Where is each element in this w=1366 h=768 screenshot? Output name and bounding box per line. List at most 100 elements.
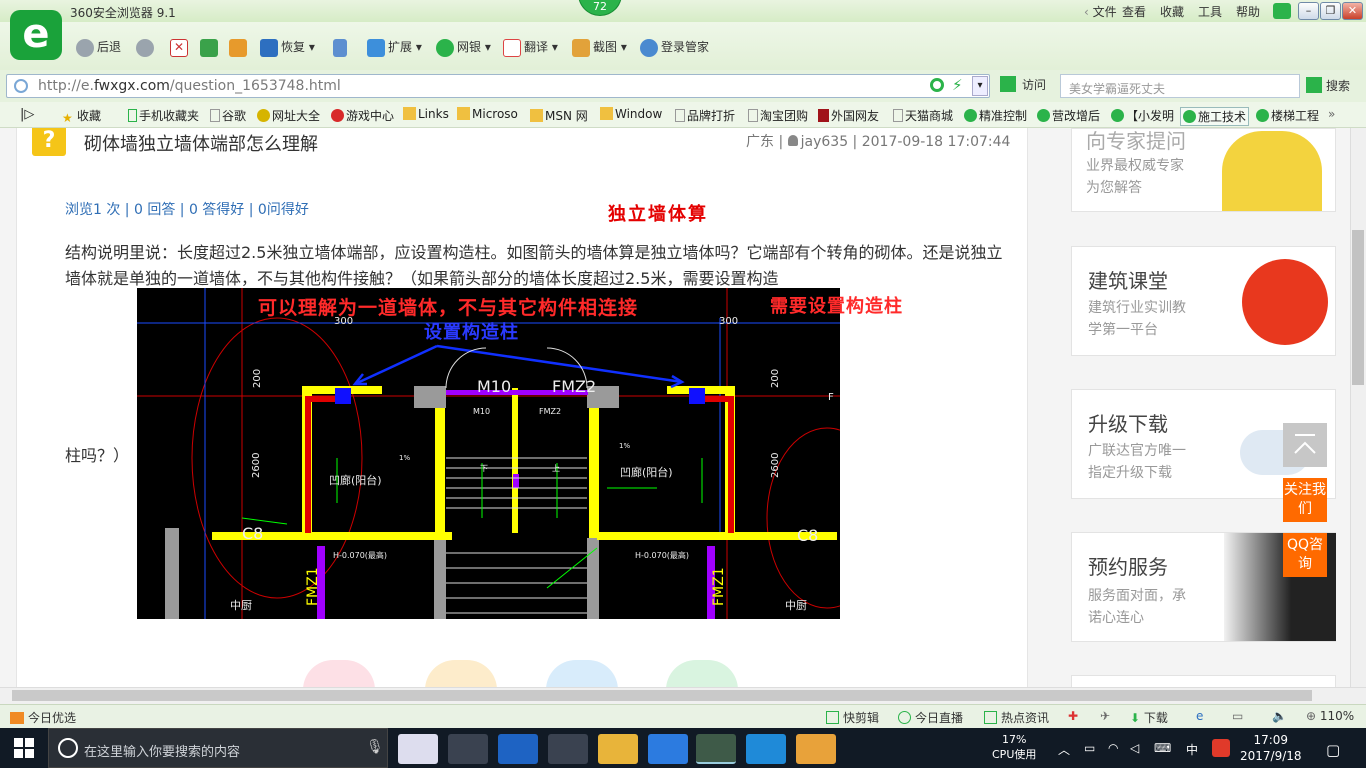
home-icon [229, 38, 247, 57]
forward-button[interactable] [136, 38, 157, 57]
health-icon[interactable]: ✚ [1068, 709, 1078, 723]
live-today-label: 今日直播 [915, 711, 964, 725]
menu-view[interactable]: 查看 [1122, 3, 1146, 20]
bookmark-item[interactable]: 【小发明 [1111, 107, 1174, 124]
refresh-button[interactable] [200, 38, 221, 57]
speed-icon[interactable]: ⚡ [952, 76, 963, 94]
system-clock[interactable]: 17:09 2017/9/18 [1240, 732, 1302, 764]
quick-clip-button[interactable]: 快剪辑 [826, 709, 879, 726]
download-button[interactable]: ⬇ 下载 [1130, 709, 1168, 726]
login-manager-label: 登录管家 [661, 40, 710, 54]
bookmark-item[interactable]: MSN 网 [530, 107, 588, 124]
search-input[interactable]: 美女学霸逼死丈夫 [1060, 74, 1300, 98]
extend-button[interactable]: 扩展 ▾ [367, 38, 422, 57]
close-button[interactable]: ✕ [1342, 2, 1363, 20]
menu-help[interactable]: 帮助 [1236, 3, 1260, 20]
stop-button[interactable]: ✕ [170, 38, 191, 57]
volume-icon[interactable]: 🔈 [1272, 709, 1287, 723]
screenshot-button[interactable]: 截图 ▾ [572, 38, 627, 57]
wifi-icon[interactable]: ◠ [1108, 741, 1118, 755]
sogou-icon[interactable] [1212, 739, 1230, 757]
back-to-top-button[interactable] [1283, 423, 1327, 467]
today-picks-button[interactable]: 今日优选 [10, 709, 76, 726]
bookmark-item[interactable]: 天猫商城 [893, 107, 953, 124]
scissors-icon [572, 38, 590, 57]
vertical-scroll-thumb[interactable] [1352, 230, 1364, 385]
restore-button[interactable]: ❐ [1320, 2, 1341, 20]
sidebar-toggle-icon[interactable]: |▷ [20, 107, 34, 122]
sidebar-card-more[interactable] [1071, 675, 1336, 687]
follow-us-button[interactable]: 关注我们 [1283, 478, 1327, 522]
tray-expand-icon[interactable]: ︿ [1058, 741, 1070, 758]
bank-button[interactable]: 网银 ▾ [436, 38, 491, 57]
skin-icon[interactable] [1273, 3, 1291, 19]
battery-icon[interactable]: ▭ [1084, 741, 1095, 755]
more-bookmarks-icon[interactable]: » [1328, 107, 1335, 121]
menu-file[interactable]: ‹ 文件 [1084, 3, 1117, 20]
bookmark-item[interactable]: 营改增后 [1037, 107, 1100, 124]
menu-favorites[interactable]: 收藏 [1160, 3, 1184, 20]
username-link[interactable]: jay635 [801, 134, 848, 150]
taskbar-app-browser-swirl[interactable] [448, 734, 488, 764]
bookmark-item[interactable]: 游戏中心 [331, 107, 394, 124]
bookmark-item[interactable]: 品牌打折 [675, 107, 735, 124]
taskbar-app-360-browser[interactable] [696, 734, 736, 764]
login-manager-button[interactable]: 登录管家 [640, 38, 710, 57]
bookmark-item[interactable]: 网址大全 [257, 107, 320, 124]
ime-indicator[interactable]: 中 [1186, 741, 1198, 758]
horizontal-scroll-thumb[interactable] [12, 690, 1312, 701]
minimize-button[interactable]: – [1298, 2, 1319, 20]
bookmark-item[interactable]: Window [600, 107, 662, 121]
start-button[interactable] [0, 728, 48, 768]
url-prefix: http://e. [38, 78, 94, 94]
bookmark-label: 营改增后 [1052, 109, 1101, 123]
live-today-button[interactable]: 今日直播 [898, 709, 963, 726]
taskbar-app-glodon[interactable] [648, 734, 688, 764]
taskbar-app-notes[interactable] [796, 734, 836, 764]
taskbar-app-store[interactable] [548, 734, 588, 764]
microphone-icon[interactable]: 🎙 [366, 739, 384, 755]
folder-icon [457, 107, 470, 120]
security-icon[interactable] [930, 78, 944, 92]
menu-tools[interactable]: 工具 [1198, 3, 1222, 20]
back-button[interactable]: 后退 [76, 38, 121, 57]
notification-icon[interactable]: ▢ [1326, 741, 1340, 759]
hot-news-button[interactable]: 热点资讯 [984, 709, 1049, 726]
sidebar-card-sub: 业界最权威专家 [1086, 158, 1184, 174]
bookmark-item[interactable]: 手机收藏夹 [128, 107, 199, 124]
bookmark-item[interactable]: 淘宝团购 [748, 107, 808, 124]
url-dropdown-icon[interactable]: ▾ [972, 76, 988, 96]
bookmark-item[interactable]: Links [403, 107, 449, 121]
bookmark-item[interactable]: Microso [457, 107, 518, 121]
ie-icon[interactable]: e [1196, 709, 1203, 723]
bookmark-item[interactable]: 精准控制 [964, 107, 1027, 124]
bookmark-item[interactable]: 外国网友 [818, 107, 879, 124]
zoom-control[interactable]: ⊕ 110% [1306, 709, 1354, 723]
visit-button[interactable]: 访问 [1000, 76, 1046, 93]
keyboard-icon[interactable]: ⌨ [1154, 741, 1171, 755]
annotation-independent-wall: 独立墙体算 [608, 204, 708, 225]
mascot-image [1222, 131, 1322, 211]
phone-button[interactable] [333, 38, 350, 57]
url-text[interactable]: http://e.fwxgx.com/question_1653748.html [38, 78, 341, 94]
bookmark-item[interactable]: 谷歌 [210, 107, 246, 124]
drawing-label-2600-right: 2600 [770, 453, 781, 478]
home-button[interactable] [229, 38, 250, 57]
restore-tabs-button[interactable]: 恢复 ▾ [260, 38, 315, 57]
taskbar-app-task-view[interactable] [398, 734, 438, 764]
bookmark-item[interactable]: 施工技术 [1180, 107, 1250, 126]
taskbar-app-explorer[interactable] [598, 734, 638, 764]
bookmark-item[interactable]: 楼梯工程 [1256, 107, 1319, 124]
translate-button[interactable]: 翻译 ▾ [503, 38, 558, 57]
taskbar-app-tool[interactable] [746, 734, 786, 764]
volume-tray-icon[interactable]: ◁ [1130, 741, 1139, 755]
taskbar-app-edge[interactable] [498, 734, 538, 764]
sidebar-card-building-class[interactable]: 建筑课堂 建筑行业实训教 学第一平台 [1071, 246, 1336, 356]
qq-consult-button[interactable]: QQ咨询 [1283, 533, 1327, 577]
tool-icon[interactable]: ✈ [1100, 709, 1110, 723]
search-button[interactable]: 搜索 [1306, 77, 1350, 94]
vertical-scrollbar[interactable] [1350, 128, 1366, 687]
sidebar-card-ask-expert[interactable]: 向专家提问 业界最权威专家 为您解答 [1071, 128, 1336, 212]
bookmark-item[interactable]: ★ 收藏 [62, 107, 101, 125]
window-icon[interactable]: ▭ [1232, 709, 1243, 723]
